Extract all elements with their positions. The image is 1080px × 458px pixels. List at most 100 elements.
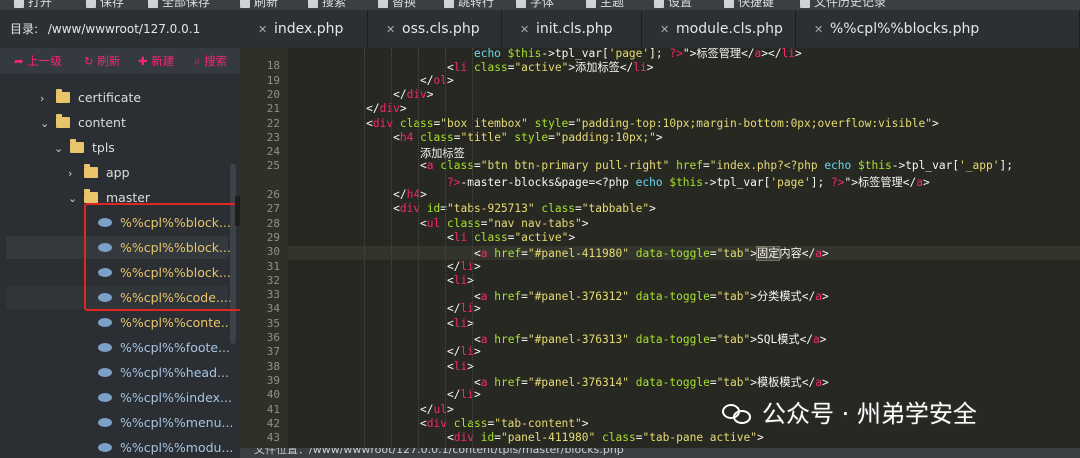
tab-2[interactable]: ✕ init.cls.php: [502, 10, 642, 48]
chevron-right-icon[interactable]: ›: [68, 161, 80, 186]
line-number: 26: [266, 188, 280, 201]
highlight-box: [84, 203, 257, 311]
tree-file[interactable]: %%cpl%%conte...: [98, 310, 233, 335]
toolbar-button-5[interactable]: 替换: [378, 0, 416, 10]
toolbar-button-9[interactable]: 设置: [654, 0, 692, 10]
tree-file[interactable]: %%cpl%%head...: [98, 360, 229, 385]
line-number: 27: [266, 202, 280, 216]
code-line: </div>: [393, 87, 434, 101]
toolbar-button-7[interactable]: 字体: [516, 0, 554, 10]
code-line: <a href="#panel-376314" data-toggle="tab…: [473, 375, 829, 389]
close-icon[interactable]: ✕: [660, 11, 672, 49]
chevron-down-icon[interactable]: ⌄: [68, 186, 80, 211]
code-line: <li>: [447, 359, 474, 373]
line-number: 22: [266, 116, 280, 130]
line-number: 34: [266, 302, 280, 316]
directory-bar: 目录: /www/wwwroot/127.0.0.1: [0, 10, 240, 48]
line-number: 18: [266, 59, 280, 73]
code-line: <a href="#panel-376312" data-toggle="tab…: [473, 290, 829, 304]
code-line: </li>: [447, 259, 481, 273]
directory-label: 目录:: [10, 22, 39, 36]
code-line: </ol>: [420, 73, 454, 87]
toolbar-icon: [654, 0, 664, 8]
toolbar-icon: [444, 0, 454, 8]
tree-folder[interactable]: › certificate: [40, 85, 141, 110]
chevron-down-icon[interactable]: ⌄: [40, 111, 52, 136]
code-line: <a href="#panel-411980" data-toggle="tab…: [473, 246, 829, 262]
chevron-right-icon[interactable]: ›: [40, 86, 52, 111]
toolbar-button-1[interactable]: 保存: [86, 0, 124, 10]
folder-icon: [69, 139, 84, 153]
toolbar-button-6[interactable]: 跳转行: [444, 0, 494, 10]
indent-guide: [364, 48, 366, 448]
indent-guide: [391, 48, 393, 448]
chevron-down-icon[interactable]: ⌄: [54, 136, 66, 161]
code-line: </div>: [366, 102, 407, 116]
tab-1[interactable]: ✕ oss.cls.php: [368, 10, 502, 48]
tree-folder[interactable]: › app: [68, 160, 130, 185]
tree-file[interactable]: %%cpl%%modu...: [98, 435, 233, 458]
code-editor[interactable]: echo $this->tpl_var['page']; ?>">标签管理</a…: [288, 48, 1080, 448]
line-number: 19: [266, 73, 280, 87]
file-tools: ➦ 上一级 ↻ 刷新 ✚ 新建 ⌕ 搜索: [0, 48, 240, 74]
tab-0[interactable]: ✕ index.php: [240, 10, 368, 48]
code-line: <a href="#panel-376313" data-toggle="tab…: [473, 333, 827, 346]
tree-folder[interactable]: ⌄ content: [40, 110, 126, 135]
tree-folder[interactable]: ⌄ tpls: [54, 135, 115, 160]
indent-guide: [445, 48, 447, 448]
toolbar-icon: [586, 0, 596, 8]
toolbar-button-4[interactable]: 搜索: [308, 0, 346, 10]
up-button[interactable]: ➦ 上一级: [14, 48, 62, 74]
refresh-icon: ↻: [84, 54, 94, 68]
directory-path[interactable]: /www/wwwroot/127.0.0.1: [48, 22, 200, 36]
toolbar-button-10[interactable]: 快捷键: [724, 0, 774, 10]
folder-icon: [55, 89, 70, 103]
line-number: 29: [266, 230, 280, 244]
toolbar-button-11[interactable]: 文件历史记录: [800, 0, 886, 10]
arrow-up-icon: ➦: [14, 54, 24, 68]
code-line: <div class="box itembox" style="padding-…: [366, 116, 939, 130]
line-number: 23: [266, 130, 280, 144]
search-button[interactable]: ⌕ 搜索: [194, 48, 227, 74]
editor-tabs: ✕ index.php ✕ oss.cls.php ✕ init.cls.php ✕ modu…: [240, 10, 1080, 48]
folder-icon: [55, 114, 70, 128]
code-line: <li>: [447, 316, 474, 330]
close-icon[interactable]: ✕: [520, 11, 532, 49]
toolbar-icon: [86, 0, 96, 8]
toolbar-button-8[interactable]: 主题: [586, 0, 624, 10]
line-gutter: 18 19 20 21 22 23 24 25 26 27 28 29 30 31 32 33 34 35 36 37…: [240, 48, 288, 448]
code-line: </ul>: [420, 402, 454, 416]
code-line: <div id="panel-411980" class="tab-pane a…: [447, 431, 764, 445]
toolbar-icon: [148, 0, 158, 8]
close-icon[interactable]: ✕: [258, 11, 270, 49]
tab-3[interactable]: ✕ module.cls.php: [642, 10, 796, 48]
tab-4[interactable]: ✕ %%cpl%%blocks.php: [796, 10, 1080, 48]
toolbar-icon: [240, 0, 250, 8]
line-number: 43: [266, 431, 280, 445]
close-icon[interactable]: ✕: [386, 11, 398, 49]
refresh-button[interactable]: ↻ 刷新: [84, 48, 120, 74]
code-line: </li>: [447, 302, 481, 316]
toolbar-icon: [516, 0, 526, 8]
toolbar-button-3[interactable]: 刷新: [240, 0, 278, 10]
tree-file[interactable]: %%cpl%%menu...: [98, 410, 233, 435]
close-icon[interactable]: ✕: [814, 11, 826, 49]
toolbar-button-0[interactable]: 打开: [14, 0, 52, 10]
toolbar-icon: [800, 0, 810, 8]
folder-icon: [83, 164, 98, 178]
code-line: <li class="active">添加标签</li>: [447, 61, 654, 75]
line-number: 30: [266, 245, 280, 259]
toolbar-button-2[interactable]: 全部保存: [148, 0, 210, 10]
tree-file[interactable]: %%cpl%%index...: [98, 385, 232, 410]
code-line: </li>: [447, 345, 481, 359]
wechat-icon: [722, 402, 752, 426]
line-number: 42: [266, 416, 280, 430]
line-number: 25: [266, 159, 280, 173]
tree-file[interactable]: %%cpl%%foote...: [98, 335, 230, 360]
new-button[interactable]: ✚ 新建: [138, 48, 174, 74]
line-number: 38: [266, 359, 280, 373]
line-number: 40: [266, 388, 280, 402]
toolbar-icon: [14, 0, 24, 8]
toolbar-icon: [308, 0, 318, 8]
code-line: <h4 class="title" style="padding:10px;">: [393, 130, 663, 144]
